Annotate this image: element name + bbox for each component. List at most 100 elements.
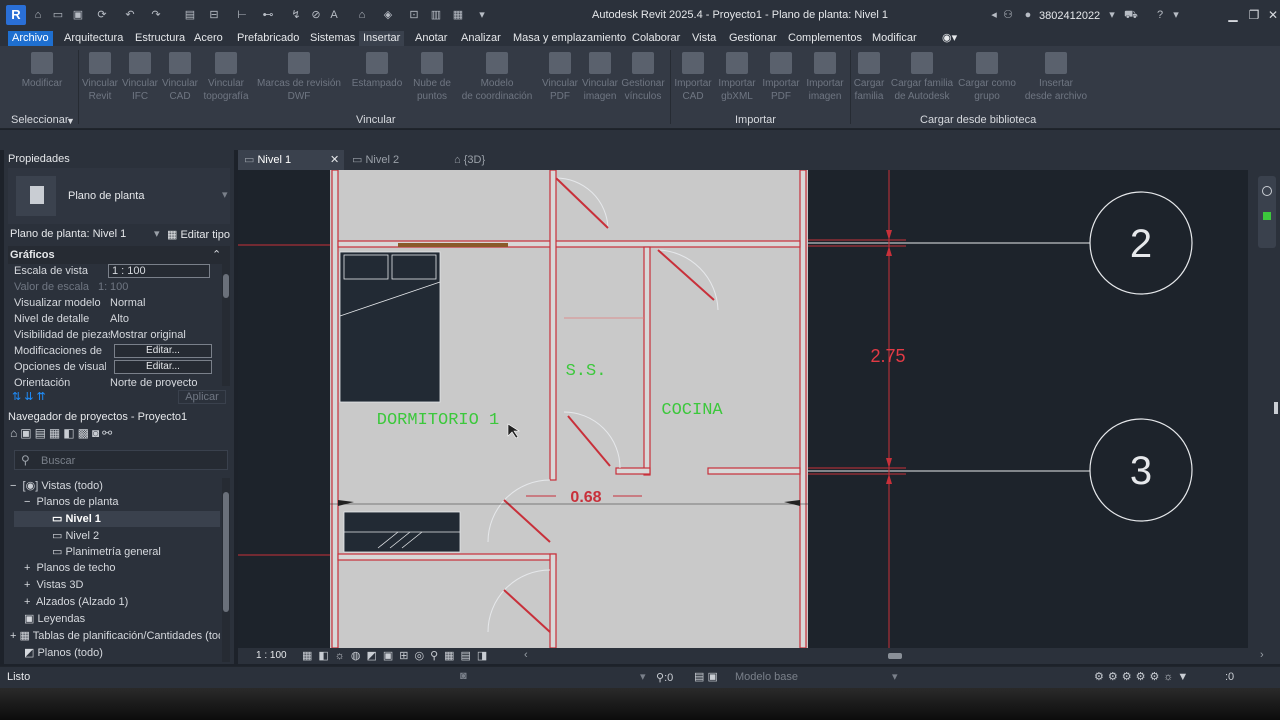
props-scrollbar[interactable] xyxy=(222,264,230,386)
prop-row[interactable]: Modificaciones de ... Editar... xyxy=(10,344,224,360)
selection-icons[interactable]: ⚙⚙⚙⚙⚙☼▼ xyxy=(1094,670,1192,683)
main-model[interactable]: Modelo base xyxy=(735,671,798,683)
help-dropdown-icon[interactable]: ▾ xyxy=(1170,9,1182,21)
instance-dropdown-icon[interactable]: ▾ xyxy=(154,227,160,240)
tab-3d[interactable]: ⌂ {3D} xyxy=(454,150,485,170)
undo-icon[interactable]: ↶ xyxy=(124,9,136,21)
link-cad-tool[interactable]: Vincular CAD xyxy=(160,52,200,103)
tab-vista[interactable]: Vista xyxy=(688,31,720,46)
restore-icon[interactable]: ❐ xyxy=(1247,8,1261,22)
tab-masa[interactable]: Masa y emplazamiento xyxy=(509,31,630,46)
3d-view-icon[interactable]: ⌂ xyxy=(356,9,368,21)
user-id[interactable]: 3802412022 xyxy=(1039,10,1100,22)
link-ifc-tool[interactable]: Vincular IFC xyxy=(120,52,160,103)
align-icon[interactable]: ⊢ xyxy=(236,9,248,21)
link-pdf-tool[interactable]: Vincular PDF xyxy=(540,52,580,103)
close-hidden-icon[interactable]: ▥ xyxy=(430,9,442,21)
browser-search[interactable]: ⚲ Buscar xyxy=(14,450,228,470)
print-icon[interactable]: ▤ xyxy=(184,9,196,21)
search-input[interactable]: Buscar xyxy=(41,455,75,467)
link-image-tool[interactable]: Vincular imagen xyxy=(580,52,620,103)
tab-analizar[interactable]: Analizar xyxy=(457,31,505,46)
tree-item[interactable]: + Planos de techo xyxy=(24,562,115,574)
cart-icon[interactable]: ⛟ xyxy=(1124,9,1138,21)
prop-row[interactable]: Visibilidad de piezas Mostrar original xyxy=(10,328,224,344)
import-image-tool[interactable]: Importar imagen xyxy=(804,52,846,103)
prop-row[interactable]: Visualizar modelo Normal xyxy=(10,296,224,312)
drawing-canvas[interactable]: 2 3 2.75 0.68 DORMITORIO 1 S.S. COCINA xyxy=(238,170,1248,648)
import-pdf-tool[interactable]: Importar PDF xyxy=(760,52,802,103)
open-icon[interactable]: ▭ xyxy=(52,9,64,21)
link-revit-tool[interactable]: Vincular Revit xyxy=(80,52,120,103)
section-header[interactable]: Gráficos ⌃ xyxy=(8,246,230,264)
tab-prefabricado[interactable]: Prefabricado xyxy=(233,31,303,46)
revit-logo[interactable]: R xyxy=(6,5,26,25)
prop-value[interactable]: 1 : 100 xyxy=(108,264,210,278)
prop-value[interactable]: Alto xyxy=(110,313,129,325)
select-dropdown-icon[interactable]: ▼ xyxy=(66,116,75,126)
manage-links-tool[interactable]: Gestionar vínculos xyxy=(620,52,666,103)
tab-nivel-2[interactable]: ▭ Nivel 2 xyxy=(348,150,399,170)
thin-lines-icon[interactable]: ⊡ xyxy=(408,9,420,21)
view-scale[interactable]: 1 : 100 xyxy=(256,650,287,661)
workset-icon[interactable]: ◙ xyxy=(460,670,467,682)
import-cad-tool[interactable]: Importar CAD xyxy=(672,52,714,103)
prop-row[interactable]: Orientación Norte de proyecto xyxy=(10,376,224,387)
tree-item[interactable]: ▭ Planimetría general xyxy=(52,545,161,558)
instance-selector[interactable]: Plano de planta: Nivel 1 xyxy=(10,228,126,240)
tree-item[interactable]: ◩ Planos (todo) xyxy=(24,646,103,659)
contextual-tab-icon[interactable]: ◉▾ xyxy=(938,31,961,46)
sync-icon[interactable]: ⟳ xyxy=(96,9,108,21)
edit-button[interactable]: Editar... xyxy=(114,360,212,374)
users-icon[interactable]: ⚇ xyxy=(1002,9,1014,21)
zoom-icon[interactable] xyxy=(1263,212,1271,220)
tab-gestionar[interactable]: Gestionar xyxy=(725,31,781,46)
insert-from-file-tool[interactable]: Insertar desde archivo xyxy=(1022,52,1090,103)
load-family-tool[interactable]: Cargar familia xyxy=(850,52,888,103)
dimension-icon[interactable]: ⊷ xyxy=(262,9,274,21)
user-icon[interactable]: ● xyxy=(1022,9,1034,21)
link-topo-tool[interactable]: Vincular topografía xyxy=(200,52,252,103)
dropdown-icon[interactable]: ▾ xyxy=(640,670,646,683)
user-dropdown-icon[interactable]: ▾ xyxy=(1106,9,1118,21)
tree-item[interactable]: + ▦ Tablas de planificación/Cantidades (… xyxy=(10,629,220,642)
measure-icon[interactable]: ⊟ xyxy=(208,9,220,21)
browser-scrollbar[interactable] xyxy=(222,478,230,662)
minimize-icon[interactable]: ▁ xyxy=(1226,8,1240,22)
type-selector[interactable]: Plano de planta ▾ xyxy=(8,168,230,224)
tab-anotar[interactable]: Anotar xyxy=(411,31,451,46)
scroll-thumb[interactable] xyxy=(1274,402,1278,414)
prop-row[interactable]: Nivel de detalle Alto xyxy=(10,312,224,328)
model-dropdown-icon[interactable]: ▾ xyxy=(892,670,898,683)
browser-toolbar-icons[interactable]: ⌂▣▤▦◧▩◙⚯ xyxy=(10,426,115,440)
prop-value[interactable]: Normal xyxy=(110,297,145,309)
tab-archivo[interactable]: Archivo xyxy=(8,31,53,46)
close-icon[interactable]: ✕ xyxy=(1266,8,1280,22)
modify-tool[interactable]: Modificar xyxy=(18,52,66,90)
tab-complementos[interactable]: Complementos xyxy=(784,31,866,46)
tree-item[interactable]: ▣ Leyendas xyxy=(24,612,85,625)
switch-windows-icon[interactable]: ▦ xyxy=(452,9,464,21)
redo-icon[interactable]: ↷ xyxy=(150,9,162,21)
edit-type-button[interactable]: ▦ Editar tipo xyxy=(167,228,230,241)
section-icon[interactable]: ◈ xyxy=(382,9,394,21)
decal-tool[interactable]: Estampado xyxy=(348,52,406,90)
tab-insertar[interactable]: Insertar xyxy=(359,31,405,46)
nav-left-icon[interactable]: ◂ xyxy=(988,9,1000,21)
panel-select-label[interactable]: Seleccionar xyxy=(11,114,68,126)
text-icon[interactable]: A xyxy=(328,9,340,21)
customize-qat-icon[interactable]: ▾ xyxy=(476,9,488,21)
tree-item[interactable]: + Alzados (Alzado 1) xyxy=(24,596,128,608)
scroll-right-icon[interactable]: › xyxy=(1260,649,1264,661)
import-gbxml-tool[interactable]: Importar gbXML xyxy=(716,52,758,103)
tab-sistemas[interactable]: Sistemas xyxy=(306,31,359,46)
scroll-left-icon[interactable]: ‹ xyxy=(524,649,528,661)
prop-row[interactable]: Opciones de visuali... Editar... xyxy=(10,360,224,376)
close-tab-icon[interactable]: ✕ xyxy=(330,150,339,170)
apply-button[interactable]: Aplicar xyxy=(178,390,226,404)
prop-value[interactable]: Norte de proyecto xyxy=(110,377,197,387)
steering-wheel-icon[interactable] xyxy=(1262,186,1272,196)
tab-nivel-1[interactable]: ▭ Nivel 1 ✕ xyxy=(238,150,344,170)
h-scroll-thumb[interactable] xyxy=(888,653,902,659)
home-icon[interactable]: ⌂ xyxy=(32,9,44,21)
